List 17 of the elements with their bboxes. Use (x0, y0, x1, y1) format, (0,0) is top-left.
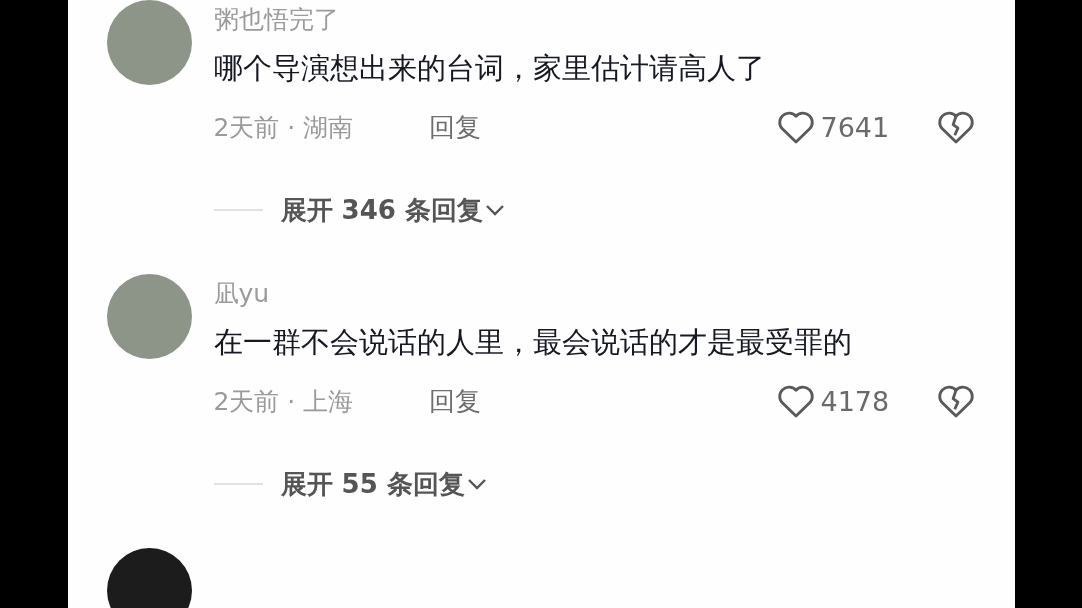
like-count: 4178 (820, 385, 891, 417)
reply-link[interactable]: 回复 (428, 383, 481, 419)
like-count: 7641 (820, 111, 891, 143)
username[interactable]: 凪yu (213, 274, 975, 314)
comment-meta: 2天前 · 上海 (213, 385, 355, 418)
avatar-photo-placeholder[interactable] (106, 548, 192, 608)
heart-icon[interactable] (776, 383, 815, 419)
heart-icon[interactable] (776, 109, 815, 145)
comment-text: 在一群不会说话的人里，最会说话的才是最受罪的 (213, 324, 853, 361)
reply-link[interactable]: 回复 (428, 109, 481, 145)
broken-heart-icon[interactable] (936, 383, 975, 419)
expand-replies-link[interactable]: 展开 346 条回复 (280, 192, 483, 228)
username[interactable]: 粥也悟完了 (213, 0, 975, 40)
broken-heart-icon[interactable] (936, 109, 975, 145)
comment-meta: 2天前 · 湖南 (213, 111, 355, 144)
comment-text: 哪个导演想出来的台词，家里估计请高人了 (213, 50, 766, 87)
expand-replies-link[interactable]: 展开 55 条回复 (280, 466, 465, 502)
